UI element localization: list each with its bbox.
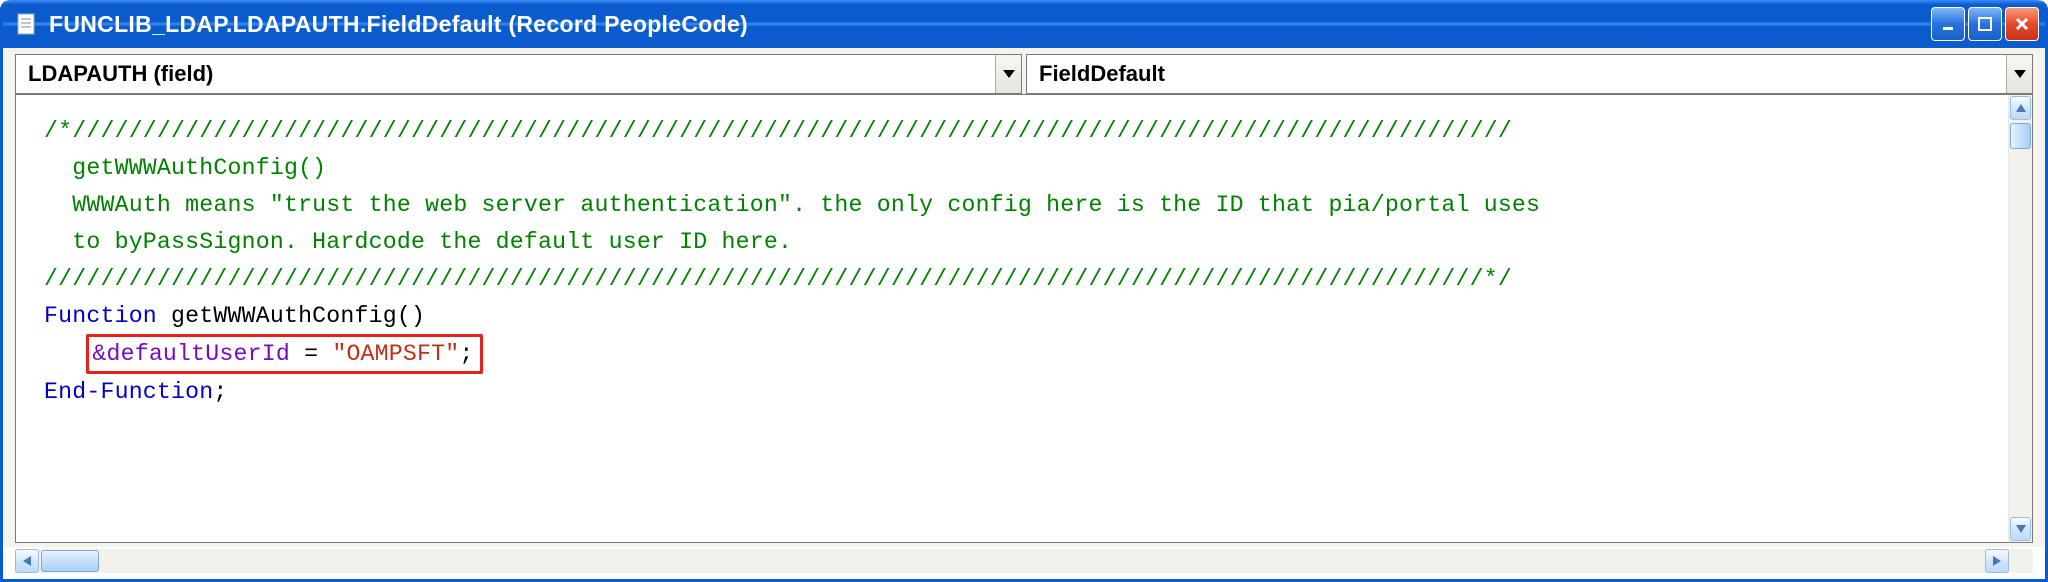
highlighted-line: &defaultUserId = "OAMPSFT"; xyxy=(86,334,482,374)
code-string: "OAMPSFT" xyxy=(332,341,459,367)
scroll-thumb[interactable] xyxy=(2010,123,2031,149)
code-comment: ////////////////////////////////////////… xyxy=(44,266,1512,292)
scroll-down-button[interactable] xyxy=(2010,517,2031,541)
field-selector-text: LDAPAUTH (field) xyxy=(16,61,995,87)
dropdown-arrow-icon xyxy=(2006,55,2032,93)
editor-frame: /*//////////////////////////////////////… xyxy=(15,94,2033,543)
code-punct: ; xyxy=(213,379,227,405)
scroll-left-button[interactable] xyxy=(15,549,39,573)
code-editor-window: FUNCLIB_LDAP.LDAPAUTH.FieldDefault (Reco… xyxy=(0,0,2048,582)
event-selector[interactable]: FieldDefault xyxy=(1026,54,2033,94)
code-comment: to byPassSignon. Hardcode the default us… xyxy=(44,229,792,255)
selector-row: LDAPAUTH (field) FieldDefault xyxy=(3,48,2045,94)
scroll-track[interactable] xyxy=(2009,121,2032,516)
scroll-track[interactable] xyxy=(39,549,1985,573)
event-selector-text: FieldDefault xyxy=(1027,61,2006,87)
code-keyword: End-Function xyxy=(44,379,213,405)
app-icon xyxy=(13,11,39,37)
code-variable: &defaultUserId xyxy=(92,341,290,367)
code-keyword: Function xyxy=(44,303,157,329)
code-comment: getWWWAuthConfig() xyxy=(44,155,326,181)
window-title: FUNCLIB_LDAP.LDAPAUTH.FieldDefault (Reco… xyxy=(49,11,1931,38)
titlebar[interactable]: FUNCLIB_LDAP.LDAPAUTH.FieldDefault (Reco… xyxy=(3,0,2045,48)
code-comment: /*//////////////////////////////////////… xyxy=(44,118,1512,144)
field-selector[interactable]: LDAPAUTH (field) xyxy=(15,54,1022,94)
scroll-up-button[interactable] xyxy=(2010,96,2031,120)
window-buttons xyxy=(1931,7,2039,41)
dropdown-arrow-icon xyxy=(995,55,1021,93)
scroll-thumb[interactable] xyxy=(41,550,99,572)
close-button[interactable] xyxy=(2005,7,2039,41)
maximize-button[interactable] xyxy=(1968,7,2002,41)
code-area[interactable]: /*//////////////////////////////////////… xyxy=(16,95,2008,542)
scroll-right-button[interactable] xyxy=(1985,549,2009,573)
scroll-corner xyxy=(2009,549,2033,573)
code-punct: ; xyxy=(459,341,473,367)
editor-container: /*//////////////////////////////////////… xyxy=(3,94,2045,547)
minimize-button[interactable] xyxy=(1931,7,1965,41)
horizontal-scrollbar[interactable] xyxy=(15,549,2033,573)
code-punct: = xyxy=(290,341,332,367)
vertical-scrollbar[interactable] xyxy=(2008,95,2032,542)
code-comment: WWWAuth means "trust the web server auth… xyxy=(44,192,1540,218)
code-identifier: getWWWAuthConfig() xyxy=(157,303,425,329)
